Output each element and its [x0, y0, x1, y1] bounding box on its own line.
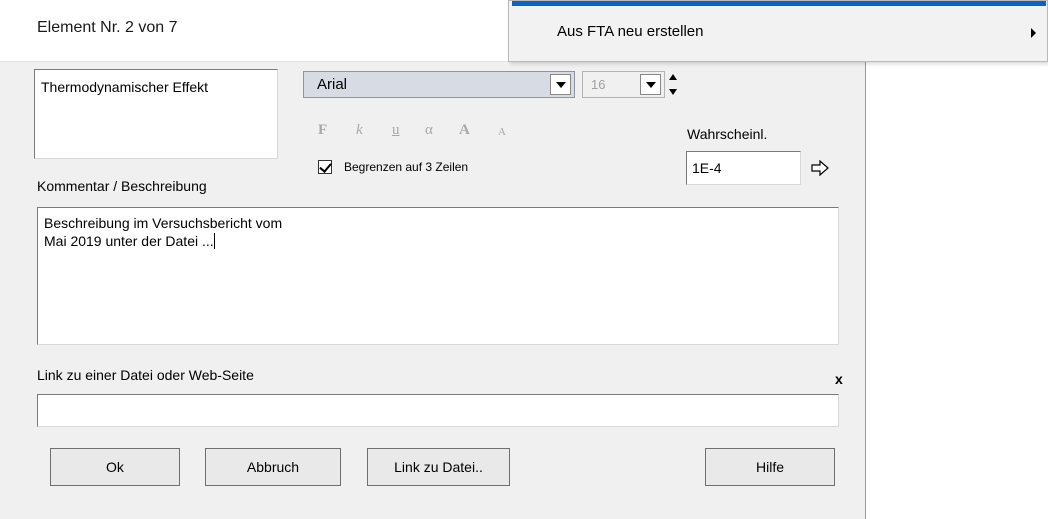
cancel-button[interactable]: Abbruch [205, 448, 341, 486]
probability-label: Wahrscheinl. [687, 126, 768, 142]
chevron-down-icon[interactable] [640, 74, 661, 95]
limit-lines-label: Begrenzen auf 3 Zeilen [344, 160, 469, 174]
link-input[interactable] [37, 394, 839, 427]
menu-highlight-item[interactable] [512, 1, 1046, 6]
right-arrow-icon[interactable] [811, 160, 829, 176]
clear-link-button[interactable]: x [835, 371, 843, 387]
spin-down-icon[interactable] [669, 89, 677, 95]
dialog-title: Element Nr. 2 von 7 [37, 19, 178, 36]
spin-up-icon[interactable] [669, 74, 677, 80]
submenu-arrow-icon [1031, 28, 1036, 38]
chevron-down-icon[interactable] [550, 74, 571, 95]
menu-item-create-from-fta[interactable]: Aus FTA neu erstellen [512, 19, 1046, 49]
element-name-field[interactable]: Thermodynamischer Effekt [34, 69, 278, 159]
menu-item-label: Aus FTA neu erstellen [557, 23, 704, 40]
comment-textarea[interactable]: Beschreibung im Versuchsbericht vom Mai … [37, 207, 839, 345]
font-family-select[interactable]: Arial [303, 71, 575, 98]
bold-button[interactable]: F [318, 122, 327, 139]
comment-label: Kommentar / Beschreibung [37, 178, 207, 194]
context-menu: Aus FTA neu erstellen [508, 0, 1048, 62]
probability-input[interactable]: 1E-4 [686, 151, 801, 185]
probability-value: 1E-4 [692, 160, 722, 176]
ok-button[interactable]: Ok [50, 448, 180, 486]
font-size-select[interactable]: 16 [582, 71, 665, 98]
underline-button[interactable]: u [392, 122, 400, 139]
link-file-button[interactable]: Link zu Datei.. [367, 448, 510, 486]
italic-button[interactable]: k [356, 122, 363, 139]
font-smaller-button[interactable]: A [498, 126, 506, 138]
font-size-spinner[interactable] [669, 74, 679, 98]
link-label: Link zu einer Datei oder Web-Seite [37, 367, 254, 383]
limit-lines-checkbox[interactable] [318, 160, 332, 174]
font-size-value: 16 [591, 77, 606, 92]
text-cursor [213, 233, 215, 249]
font-larger-button[interactable]: A [459, 122, 470, 139]
font-family-value: Arial [317, 76, 348, 93]
comment-line-2: Mai 2019 unter der Datei ... [44, 233, 214, 249]
element-dialog: Element Nr. 2 von 7 Thermodynamischer Ef… [0, 0, 866, 519]
help-button[interactable]: Hilfe [705, 448, 835, 486]
symbol-button[interactable]: α [425, 122, 433, 139]
comment-line-1: Beschreibung im Versuchsbericht vom [44, 215, 283, 231]
element-name-text: Thermodynamischer Effekt [41, 79, 209, 95]
